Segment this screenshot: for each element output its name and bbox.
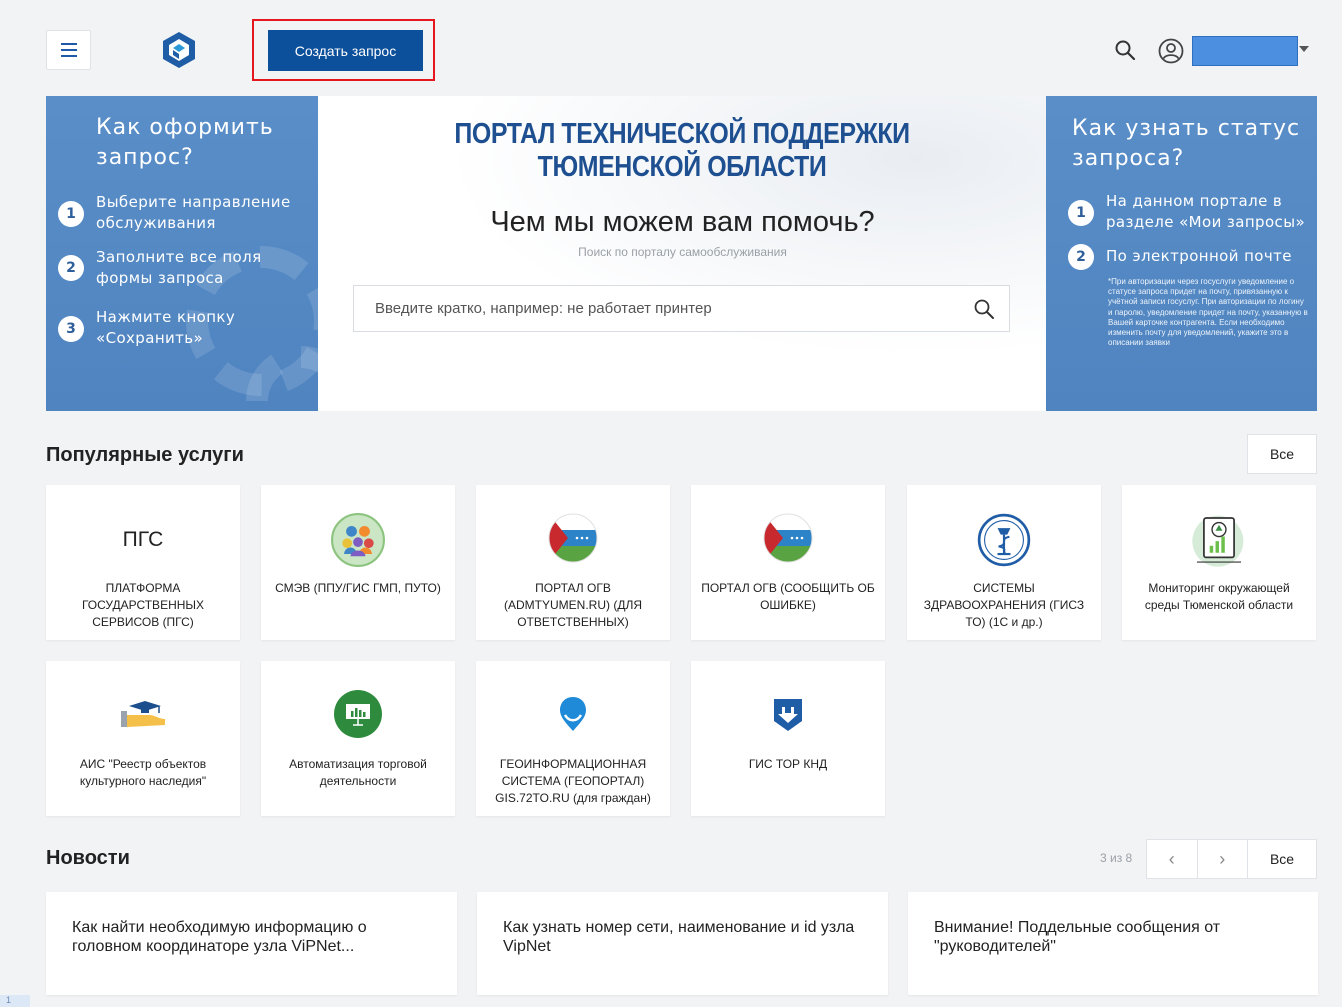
step-number: 1	[1068, 200, 1094, 226]
service-card-label: СИСТЕМЫ ЗДРАВООХРАНЕНИЯ (ГИСЗ ТО) (1С и …	[923, 581, 1085, 629]
user-avatar-icon[interactable]	[1157, 37, 1185, 65]
news-card[interactable]: Внимание! Поддельные сообщения от "руков…	[908, 892, 1318, 995]
service-card-label: Автоматизация торговой деятельности	[289, 757, 427, 788]
create-request-highlight: Создать запрос	[252, 19, 435, 81]
news-card-text: Как узнать номер сети, наименование и id…	[503, 919, 855, 955]
step-text: По электронной почте	[1106, 247, 1292, 265]
check-status-title: Как узнать статус запроса?	[1072, 116, 1301, 171]
news-page-count: 3 из 8	[1100, 851, 1133, 865]
menu-line	[60, 43, 77, 45]
service-card-heritage[interactable]: АИС "Реестр объектов культурного наследи…	[46, 661, 240, 816]
service-card-portal-ogv-error[interactable]: ПОРТАЛ ОГВ (СООБЩИТЬ ОБ ОШИБКЕ)	[691, 485, 885, 640]
news-card-text: Внимание! Поддельные сообщения от "руков…	[934, 919, 1221, 955]
portal-logo-icon[interactable]	[160, 30, 198, 70]
portal-search-box	[353, 285, 1010, 332]
chevron-right-icon[interactable]: ›	[1198, 840, 1248, 878]
service-card-gis-tor-knd[interactable]: ГИС ТОР КНД	[691, 661, 885, 816]
help-heading: Чем мы можем вам помочь?	[490, 206, 875, 238]
medical-icon	[977, 513, 1031, 567]
portal-search-input[interactable]	[354, 286, 964, 331]
service-card-label: ПОРТАЛ ОГВ (СООБЩИТЬ ОБ ОШИБКЕ)	[701, 581, 875, 612]
hamburger-menu-button[interactable]	[46, 30, 91, 70]
news-card[interactable]: Как узнать номер сети, наименование и id…	[477, 892, 888, 995]
pgs-text-icon: ПГС	[122, 528, 164, 551]
service-card-portal-ogv[interactable]: ПОРТАЛ ОГВ (ADMTYUMEN.RU) (ДЛЯ ОТВЕТСТВЕ…	[476, 485, 670, 640]
create-request-button[interactable]: Создать запрос	[268, 30, 423, 71]
step-number: 3	[58, 316, 84, 342]
step-text: На данном портале в разделе «Мои запросы…	[1106, 192, 1306, 231]
service-card-smev[interactable]: СМЭВ (ППУ/ГИС ГМП, ПУТО)	[261, 485, 455, 640]
eco-monitor-icon	[1192, 515, 1244, 567]
step-number: 2	[1068, 244, 1094, 270]
flag-icon	[548, 513, 598, 563]
corner-indicator: 1	[0, 995, 30, 1007]
service-card-health[interactable]: СИСТЕМЫ ЗДРАВООХРАНЕНИЯ (ГИСЗ ТО) (1С и …	[907, 485, 1101, 640]
service-card-geoportal[interactable]: ГЕОИНФОРМАЦИОННАЯ СИСТЕМА (ГЕОПОРТАЛ) GI…	[476, 661, 670, 816]
news-all-button[interactable]: Все	[1247, 839, 1317, 879]
service-card-trade-automation[interactable]: Автоматизация торговой деятельности	[261, 661, 455, 816]
presentation-chart-icon	[334, 690, 382, 738]
service-card-label: ГЕОИНФОРМАЦИОННАЯ СИСТЕМА (ГЕОПОРТАЛ) GI…	[495, 757, 651, 805]
step-number: 1	[58, 201, 84, 227]
shield-arrow-icon	[774, 699, 802, 731]
how-to-request-panel: Как оформить запрос? 1 Выберите направле…	[46, 96, 318, 411]
step-text: Выберите направление обслуживания	[96, 193, 291, 232]
news-title: Новости	[46, 847, 130, 869]
service-card-label: Мониторинг окружающей среды Тюменской об…	[1144, 581, 1294, 612]
heritage-icon	[121, 701, 165, 727]
news-card-text: Как найти необходимую информацию о голов…	[72, 919, 367, 955]
portal-title: ПОРТАЛ ТЕХНИЧЕСКОЙ ПОДДЕРЖКИ ТЮМЕНСКОЙ О…	[454, 118, 910, 183]
service-card-eco-monitoring[interactable]: Мониторинг окружающей среды Тюменской об…	[1122, 485, 1316, 640]
service-card-label: ГИС ТОР КНД	[748, 757, 828, 771]
help-subheading: Поиск по порталу самообслуживания	[578, 245, 787, 259]
geo-pin-icon	[560, 697, 586, 731]
portal-search-panel: ПОРТАЛ ТЕХНИЧЕСКОЙ ПОДДЕРЖКИ ТЮМЕНСКОЙ О…	[318, 96, 1047, 411]
popular-services-title: Популярные услуги	[46, 444, 244, 466]
user-name-dropdown[interactable]	[1192, 36, 1298, 66]
how-to-request-title: Как оформить запрос?	[96, 115, 274, 170]
menu-line	[60, 49, 77, 51]
step-text: Заполните все поля формы запроса	[96, 248, 262, 287]
hero-banner: Как оформить запрос? 1 Выберите направле…	[46, 96, 1317, 411]
service-card-label: СМЭВ (ППУ/ГИС ГМП, ПУТО)	[275, 581, 441, 595]
news-card[interactable]: Как найти необходимую информацию о голов…	[46, 892, 457, 995]
service-card-label: ПОРТАЛ ОГВ (ADMTYUMEN.RU) (ДЛЯ ОТВЕТСТВЕ…	[504, 581, 642, 629]
people-group-icon	[331, 513, 385, 567]
popular-all-button[interactable]: Все	[1247, 434, 1317, 474]
step-number: 2	[58, 255, 84, 281]
news-pager: ‹ ›	[1146, 839, 1248, 879]
how-to-check-status-panel: Как узнать статус запроса? 1 На данном п…	[1046, 96, 1317, 411]
service-card-label: ПЛАТФОРМА ГОСУДАРСТВЕННЫХ СЕРВИСОВ (ПГС)	[81, 581, 205, 629]
service-card-pgs[interactable]: ПГС ПЛАТФОРМА ГОСУДАРСТВЕННЫХ СЕРВИСОВ (…	[46, 485, 240, 640]
chevron-left-icon[interactable]: ‹	[1147, 840, 1198, 878]
top-header: Создать запрос	[0, 0, 1342, 92]
chevron-down-icon[interactable]	[1299, 46, 1309, 52]
status-footnote: *При авторизации через госуслуги уведомл…	[1108, 277, 1308, 348]
flag-icon	[763, 513, 813, 563]
search-icon[interactable]	[1113, 38, 1137, 62]
step-text: Нажмите кнопку «Сохранить»	[96, 308, 236, 347]
service-card-label: АИС "Реестр объектов культурного наследи…	[79, 757, 207, 788]
menu-line	[60, 55, 77, 57]
search-icon[interactable]	[973, 298, 995, 320]
